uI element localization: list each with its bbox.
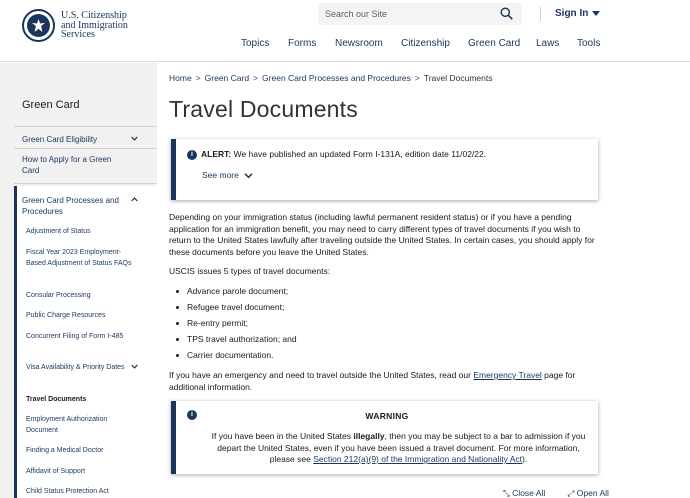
intro-paragraph: Depending on your immigration status (in… [169,212,595,257]
see-more-label: See more [202,170,239,180]
accordion-controls: ⤡ Close All ⤢ Open All [503,488,629,498]
main-nav: Topics Forms Newsroom Citizenship Green … [0,38,690,52]
list-item: Advance parole document; [175,286,289,296]
page-title: Travel Documents [169,96,358,122]
warning-bold: illegally [353,431,385,441]
sidebar-subitem-ead[interactable]: Employment Authorization Document [26,414,132,436]
open-all-label: Open All [576,488,609,498]
breadcrumb-separator: > [253,73,259,83]
breadcrumb-home[interactable]: Home [169,73,192,83]
sidebar-item-eligibility[interactable]: Green Card Eligibility [22,134,126,145]
nav-tools[interactable]: Tools [577,38,600,49]
sidebar-subitem-cspa[interactable]: Child Status Protection Act [26,486,132,497]
nav-green-card[interactable]: Green Card [468,38,520,49]
eagle-icon [32,19,45,32]
sidebar-item-how-to-apply[interactable]: How to Apply for a Green Card [22,154,126,176]
breadcrumb: Home > Green Card > Green Card Processes and… [169,73,493,83]
sidebar-title: Green Card [22,99,80,111]
caret-down-icon [592,11,601,16]
site-header: U.S. Citizenship and Immigration Service… [0,0,690,62]
sidebar-subitem-fy2023-faqs[interactable]: Fiscal Year 2023 Employment-Based Adjust… [26,247,132,269]
chevron-down-icon[interactable] [131,135,138,142]
sidebar-subitem-medical-doctor[interactable]: Finding a Medical Doctor [26,445,132,456]
sidebar-subitem-concurrent-filing[interactable]: Concurrent Filing of Form I-485 [26,331,132,342]
sign-in-button[interactable]: Sign In [555,8,601,19]
close-all-label: Close All [512,488,546,498]
search-icon[interactable] [500,7,513,20]
warning-text: If you have been in the United States [211,431,354,441]
breadcrumb-green-card[interactable]: Green Card [205,73,249,83]
chevron-down-icon[interactable] [131,363,138,370]
sidebar-item-processes[interactable]: Green Card Processes and Procedures [22,195,126,217]
chevron-down-icon [244,172,253,178]
sidebar-subitem-travel-documents[interactable]: Travel Documents [26,394,132,405]
sidebar-subitem-consular[interactable]: Consular Processing [26,290,132,301]
breadcrumb-current: Travel Documents [423,73,493,83]
emergency-travel-link[interactable]: Emergency Travel [473,370,542,380]
alert-text: We have published an updated Form I-131A… [231,149,487,159]
sidebar-subitem-adjustment[interactable]: Adjustment of Status [26,226,132,237]
nav-topics[interactable]: Topics [241,38,269,49]
alert-box: i ALERT: We have published an updated Fo… [171,139,598,200]
seal-inner [27,14,50,37]
sidebar-divider [14,148,157,149]
list-item: Re-entry permit; [176,318,248,328]
alert-label: ALERT: [201,149,232,159]
open-all-button[interactable]: ⤢ Open All [568,488,619,498]
nav-newsroom[interactable]: Newsroom [335,38,383,49]
list-item: TPS travel authorization; and [176,334,297,344]
sidebar-subitem-public-charge[interactable]: Public Charge Resources [26,310,132,321]
agency-name[interactable]: U.S. Citizenship and Immigration Service… [61,11,128,40]
close-all-button[interactable]: ⤡ Close All [503,488,555,498]
info-icon: i [187,150,197,160]
sign-in-label: Sign In [555,8,589,19]
warning-box: i WARNING If you have been in the United… [171,401,598,474]
header-divider [540,7,541,21]
emergency-text: If you have an emergency and need to tra… [169,370,474,380]
site-search [318,3,522,25]
list-item: Refugee travel document; [175,302,285,312]
sidebar-divider [14,126,157,127]
nav-laws[interactable]: Laws [536,38,559,49]
chevron-up-icon[interactable] [131,196,138,203]
sidebar-divider [14,183,157,184]
sidebar-subitem-visa-availability[interactable]: Visa Availability & Priority Dates [26,362,132,373]
search-input[interactable] [318,3,493,25]
breadcrumb-processes[interactable]: Green Card Processes and Procedures [262,73,411,83]
breadcrumb-separator: > [414,73,420,83]
nav-citizenship[interactable]: Citizenship [401,38,450,49]
breadcrumb-separator: > [195,73,201,83]
list-item: Carrier documentation. [175,350,274,360]
section-212-link[interactable]: Section 212(a)(9) of the Immigration and… [313,454,522,464]
warning-title: WARNING [365,411,409,421]
sidebar-subitem-affidavit[interactable]: Affidavit of Support [26,466,132,477]
nav-forms[interactable]: Forms [288,38,316,49]
warning-text: ). [522,454,528,464]
warning-body: If you have been in the United States il… [206,431,591,466]
sidebar: Green Card Green Card Eligibility How to… [0,63,157,498]
emergency-paragraph: If you have an emergency and need to tra… [169,370,599,393]
types-intro: USCIS issues 5 types of travel documents… [169,266,331,276]
see-more-button[interactable]: See more [202,170,253,180]
alert-message: ALERT: We have published an updated Form… [201,149,486,159]
